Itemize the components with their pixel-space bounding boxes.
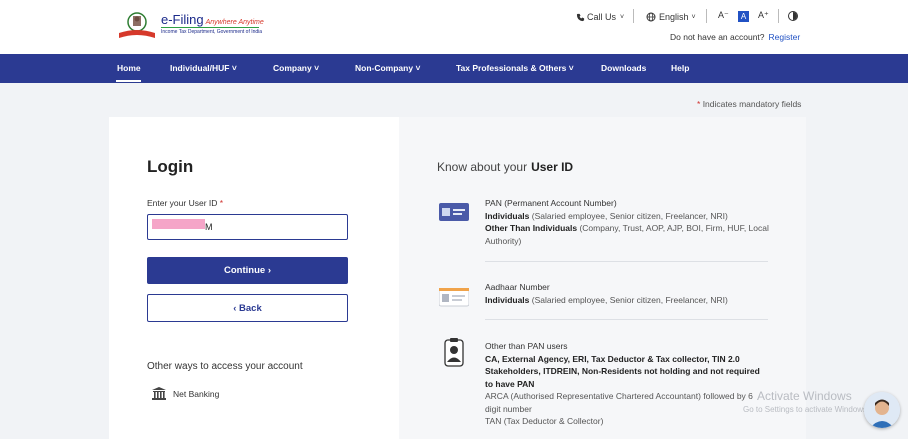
font-increase-button[interactable]: A⁺ xyxy=(758,10,769,21)
other-users-info: Other than PAN users CA, External Agency… xyxy=(485,341,760,426)
pan-info: PAN (Permanent Account Number) Individua… xyxy=(485,198,769,246)
aadhaar-info: Aadhaar Number Individuals (Salaried emp… xyxy=(485,282,728,305)
header-divider xyxy=(706,9,707,23)
main-nav: Home Individual/HUF ˅ Company ˅ Non-Comp… xyxy=(0,54,908,83)
no-account-text: Do not have an account? xyxy=(670,32,765,42)
register-prompt: Do not have an account? Register xyxy=(670,32,800,42)
pan-card-icon xyxy=(439,203,469,221)
header-divider xyxy=(778,9,779,23)
site-header: e-Filing Anywhere Anytime Income Tax Depa… xyxy=(0,0,908,54)
nav-item-home[interactable]: Home xyxy=(117,63,141,73)
other-ways-heading: Other ways to access your account xyxy=(147,361,303,372)
emblem-icon xyxy=(119,12,155,38)
page-title: Login xyxy=(147,157,194,176)
nav-active-indicator xyxy=(116,80,141,82)
user-badge-icon xyxy=(444,338,464,367)
activation-watermark-subtitle: Go to Settings to activate Windows. xyxy=(743,405,870,414)
language-dropdown[interactable]: English ˅ xyxy=(646,10,696,24)
nav-item-tax-professionals[interactable]: Tax Professionals & Others ˅ xyxy=(456,63,574,73)
contrast-icon[interactable] xyxy=(788,11,798,21)
phone-icon xyxy=(576,13,585,21)
brand-title: e-Filing Anywhere Anytime xyxy=(161,12,264,27)
call-us-label: Call Us xyxy=(587,12,617,22)
brand-underline xyxy=(161,27,259,28)
chevron-down-icon: ˅ xyxy=(620,13,625,21)
divider xyxy=(485,319,768,320)
back-button[interactable]: ‹ Back xyxy=(147,294,348,322)
header-divider xyxy=(633,9,634,23)
nav-item-downloads[interactable]: Downloads xyxy=(601,63,646,73)
assistant-avatar-icon xyxy=(864,392,900,428)
nav-item-individual-huf[interactable]: Individual/HUF ˅ xyxy=(170,63,237,73)
efiling-logo[interactable]: e-Filing Anywhere Anytime Income Tax Depa… xyxy=(118,11,264,41)
brand-subtitle: Income Tax Department, Government of Ind… xyxy=(161,29,263,35)
call-us-dropdown[interactable]: Call Us ˅ xyxy=(576,10,624,24)
continue-button[interactable]: Continue › xyxy=(147,257,348,284)
font-decrease-button[interactable]: A⁻ xyxy=(718,10,729,21)
activation-watermark-title: Activate Windows xyxy=(757,389,852,403)
globe-icon xyxy=(646,12,656,22)
nav-item-company[interactable]: Company ˅ xyxy=(273,63,319,73)
register-link[interactable]: Register xyxy=(769,32,801,42)
mandatory-note: * Indicates mandatory fields xyxy=(697,99,802,109)
net-banking-link[interactable]: Net Banking xyxy=(173,389,219,399)
font-normal-button[interactable]: A xyxy=(738,11,749,22)
chevron-down-icon: ˅ xyxy=(691,13,696,21)
redaction-mask xyxy=(152,219,205,229)
user-id-label: Enter your User ID * xyxy=(147,198,224,208)
aadhaar-card-icon xyxy=(439,288,469,307)
know-user-id-heading: Know about your User ID xyxy=(437,160,574,174)
chat-assistant-icon[interactable] xyxy=(864,392,900,428)
language-label: English xyxy=(659,12,689,22)
nav-item-non-company[interactable]: Non-Company ˅ xyxy=(355,63,420,73)
bank-icon xyxy=(152,387,166,400)
nav-item-help[interactable]: Help xyxy=(671,63,689,73)
divider xyxy=(485,261,768,262)
